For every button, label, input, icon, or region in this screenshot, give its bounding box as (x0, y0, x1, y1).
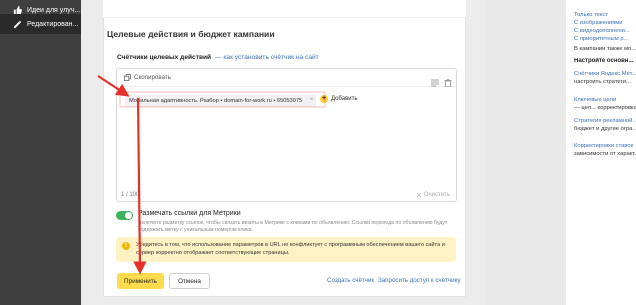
help-list-item[interactable]: Только текст (574, 12, 636, 19)
cancel-button[interactable]: Отмена (169, 273, 210, 289)
left-sidebar: Идеи для улуч... Редактирован... (0, 0, 81, 305)
sidebar-item-editing[interactable]: Редактирован... (0, 14, 81, 34)
metrika-toggle[interactable] (116, 211, 133, 220)
help-list-item[interactable]: С видеодополнени... (574, 28, 636, 35)
clear-icon (416, 192, 422, 198)
help-link-strategy[interactable]: Стратегия рекламной... (574, 118, 636, 125)
clear-label: Очистить (423, 192, 450, 198)
url-params-warning: ! Убедитесь в том, что использование пар… (116, 237, 456, 262)
help-list-item[interactable]: С приоритетным р... (574, 36, 636, 43)
help-link-metrika[interactable]: Счётчики Яндекс.Мет... (574, 71, 636, 78)
plus-icon: + (320, 95, 328, 103)
counters-label: Счётчики целевых действий (117, 54, 212, 61)
screen: Идеи для улуч... Редактирован... Целевые… (0, 0, 636, 305)
help-desc: — цел... корректировка ставок... (574, 105, 636, 111)
help-desc: настроить стратеги... (574, 79, 631, 85)
list-view-icon[interactable] (431, 74, 439, 87)
apply-button[interactable]: Применить (117, 273, 164, 289)
counter-chip[interactable]: Мобильная адаптивность. Разбор • domain-… (125, 95, 317, 107)
counters-heading: Счётчики целевых действий — как установи… (117, 54, 319, 61)
how-to-install-counter-link[interactable]: — как установить счётчик на сайт (215, 54, 319, 61)
counter-count: 1 / 100 (121, 192, 140, 198)
help-link-key-goals[interactable]: Ключевые цели (574, 97, 636, 104)
card-top-strip (103, 0, 466, 18)
pencil-icon (12, 19, 22, 29)
help-desc: бюджет и другие огра... (574, 126, 636, 132)
section-title: Целевые действия и бюджет кампании (107, 29, 275, 39)
warning-icon: ! (122, 242, 130, 250)
sidebar-item-label: Идеи для улуч... (27, 6, 81, 14)
delete-icon[interactable] (444, 74, 452, 88)
copy-button[interactable]: Скопировать (124, 74, 171, 81)
editor-toolbar: Скопировать (117, 69, 456, 88)
counter-chip-label: Мобильная адаптивность. Разбор • domain-… (129, 98, 303, 104)
help-link-bid-adjustments[interactable]: Корректировки ставок (574, 143, 636, 150)
toggle-knob (125, 212, 132, 219)
create-counter-link[interactable]: Создать счётчик (327, 277, 374, 284)
add-label: Добавить (331, 96, 358, 102)
help-note: В кампании также мо... (574, 46, 636, 52)
copy-icon (124, 74, 131, 81)
warning-text: Убедитесь в том, что использование парам… (136, 242, 445, 256)
help-heading: Настройте основн... (574, 58, 634, 64)
counters-editor: Скопировать Мобильная адаптивность. Разб… (116, 68, 457, 202)
add-counter-button[interactable]: + Добавить (320, 95, 358, 103)
metrika-toggle-label: Размечать ссылки для Метрики (138, 210, 241, 217)
remove-chip-icon[interactable]: × (310, 97, 314, 103)
request-counter-access-link[interactable]: Запросить доступ к счётчику (378, 277, 460, 284)
metrika-description: Включите разметку ссылок, чтобы связать … (138, 220, 448, 233)
sidebar-item-label: Редактирован... (27, 20, 79, 28)
help-desc: зависимости от характ... (574, 151, 636, 157)
copy-label: Скопировать (134, 74, 171, 81)
clear-button[interactable]: Очистить (416, 192, 450, 198)
help-list-item[interactable]: С изображениями (574, 20, 636, 27)
